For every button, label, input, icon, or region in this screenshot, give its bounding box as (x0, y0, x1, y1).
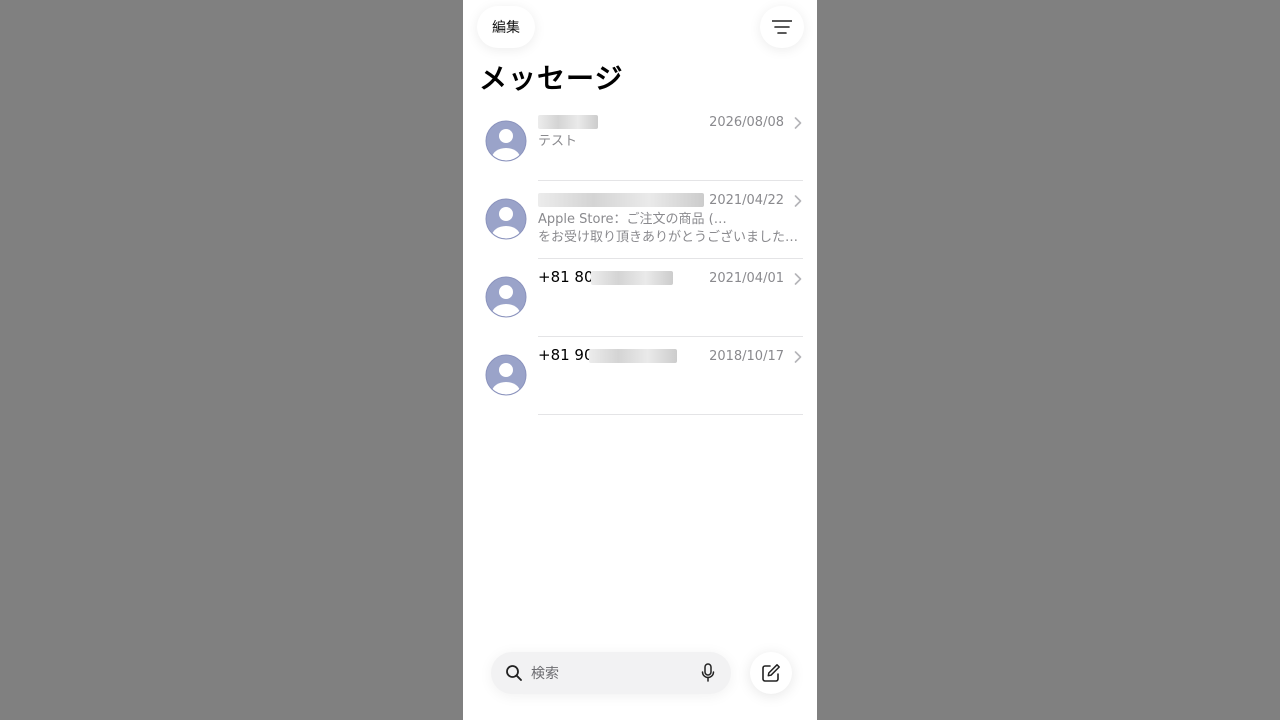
chevron-right-icon (794, 195, 802, 207)
compose-icon (762, 664, 780, 682)
contact-name: +81 90 (538, 346, 594, 364)
message-date: 2021/04/22 (709, 193, 784, 208)
redacted-number (591, 271, 673, 285)
page-title: メッセージ (479, 62, 624, 95)
top-bar: 編集 (463, 0, 817, 56)
filter-lines-icon (772, 20, 792, 34)
chevron-right-icon (794, 351, 802, 363)
redacted-name (538, 115, 598, 129)
message-row[interactable]: 2026/08/08 テスト (463, 103, 817, 181)
search-input[interactable] (529, 662, 693, 686)
preview-line: テスト (538, 134, 578, 149)
chevron-right-icon (794, 273, 802, 285)
message-preview: Apple Store：ご注文の商品 () をお受け取り頂きありがとうございまし… (538, 211, 800, 247)
redacted-number (589, 349, 677, 363)
contact-avatar-icon (485, 198, 527, 240)
search-icon (506, 665, 522, 681)
contact-avatar-icon (485, 354, 527, 396)
filter-button[interactable] (760, 6, 804, 48)
edit-button[interactable]: 編集 (477, 6, 535, 48)
contact-name: +81 80 (538, 268, 594, 286)
message-date: 2018/10/17 (709, 349, 784, 364)
preview-text: Apple Store：ご注文の商品 ( (538, 212, 714, 227)
compose-button[interactable] (750, 652, 792, 694)
message-preview: テスト (538, 133, 800, 151)
preview-line: をお受け取り頂きありがとうございました。… (538, 230, 800, 245)
redacted-name (538, 193, 704, 207)
chevron-right-icon (794, 117, 802, 129)
message-date: 2021/04/01 (709, 271, 784, 286)
message-row[interactable]: +81 90 2018/10/17 (463, 337, 817, 415)
search-bar[interactable] (491, 652, 731, 694)
message-list: 2026/08/08 テスト 2021/04/22 Apple Store：ご注… (463, 103, 817, 415)
microphone-icon[interactable] (701, 663, 715, 683)
message-row[interactable]: 2021/04/22 Apple Store：ご注文の商品 () をお受け取り頂… (463, 181, 817, 259)
messages-screen: 編集 メッセージ 2026/08/08 テスト 2021/04/22 Apple… (463, 0, 817, 720)
contact-avatar-icon (485, 276, 527, 318)
row-divider (538, 414, 803, 415)
message-row[interactable]: +81 80 2021/04/01 (463, 259, 817, 337)
message-date: 2026/08/08 (709, 115, 784, 130)
contact-avatar-icon (485, 120, 527, 162)
preview-line: Apple Store：ご注文の商品 () (538, 211, 800, 229)
